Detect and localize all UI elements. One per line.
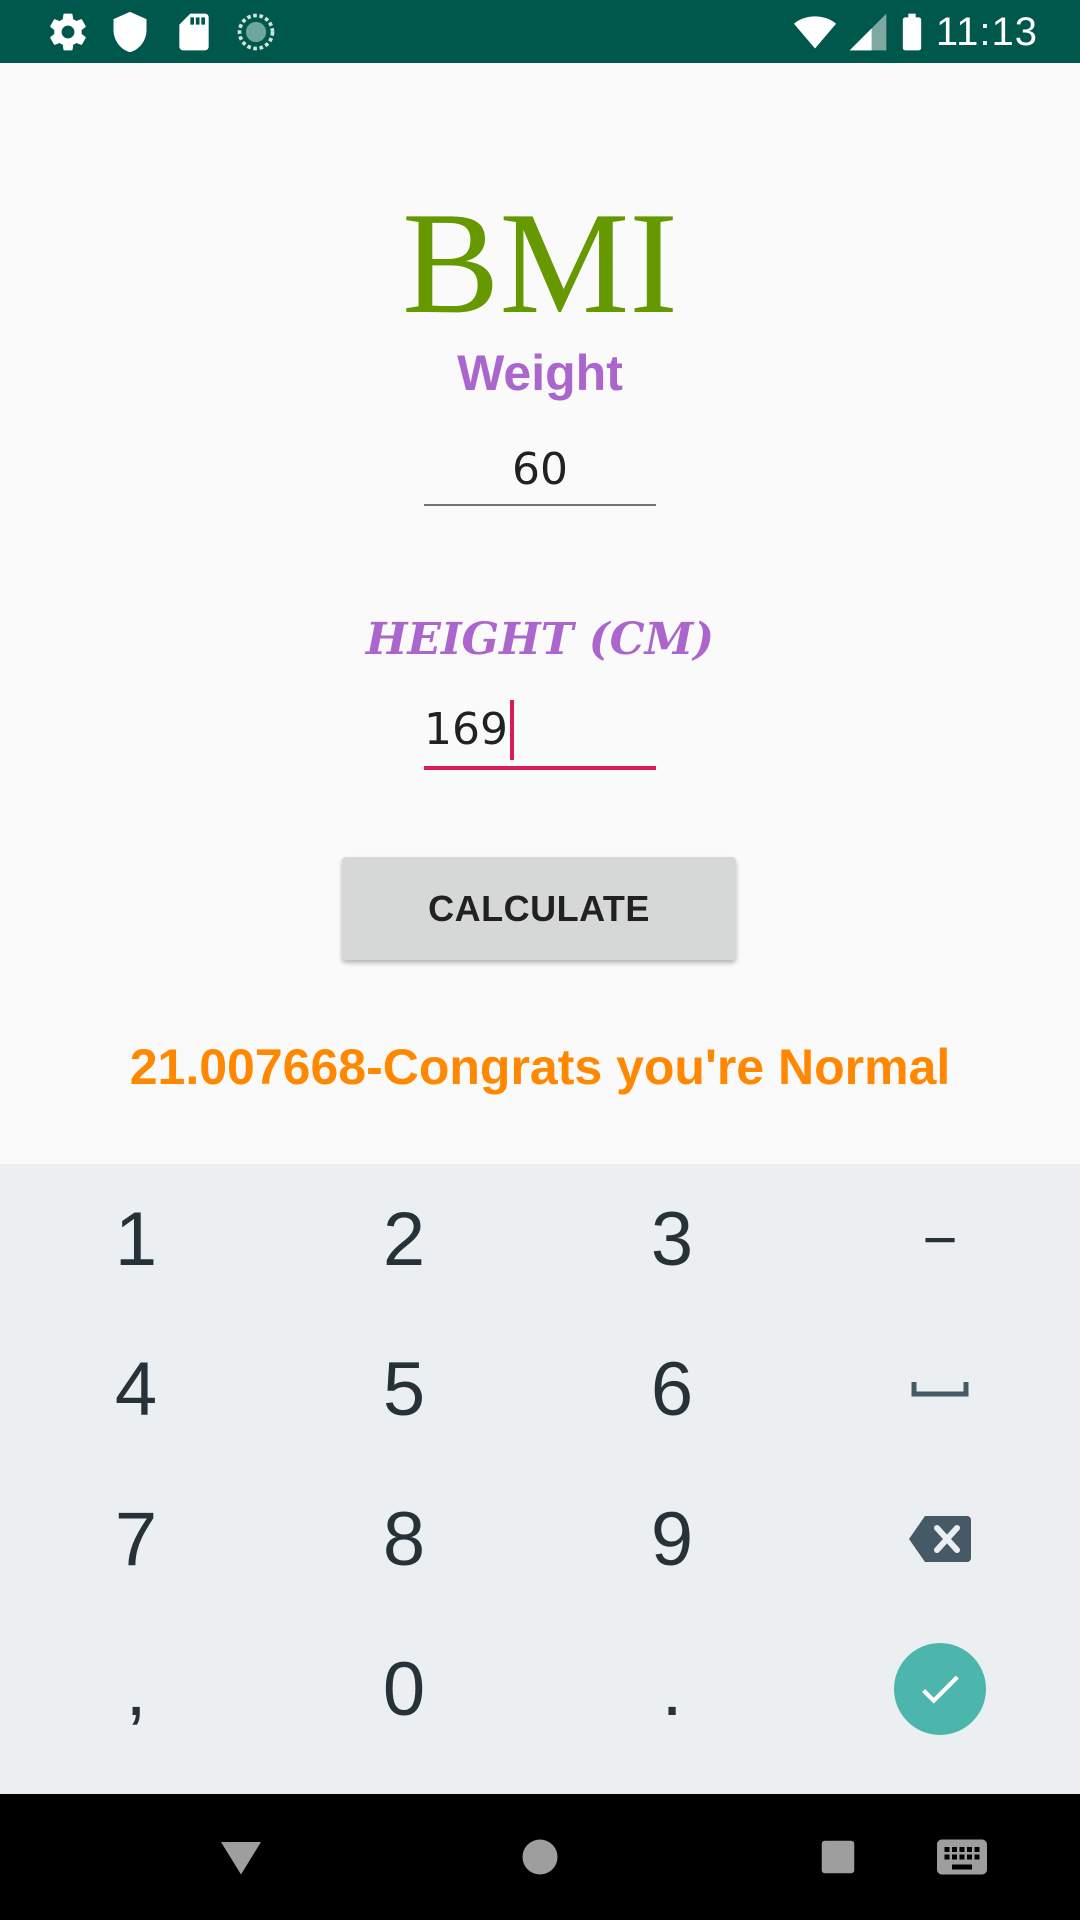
wifi-icon bbox=[793, 16, 837, 49]
key-2[interactable]: 2 bbox=[270, 1164, 538, 1314]
key-3[interactable]: 3 bbox=[538, 1164, 806, 1314]
done-button[interactable] bbox=[894, 1643, 986, 1735]
key-8[interactable]: 8 bbox=[270, 1464, 538, 1614]
weight-input[interactable]: 60 bbox=[424, 440, 656, 506]
height-label: HEIGHT (CM) bbox=[365, 614, 715, 665]
battery-icon bbox=[902, 13, 922, 51]
settings-icon bbox=[50, 13, 86, 51]
recents-icon[interactable] bbox=[808, 1827, 868, 1887]
key-comma[interactable]: , bbox=[2, 1614, 270, 1764]
shield-icon bbox=[113, 11, 147, 53]
weight-label: Weight bbox=[457, 345, 623, 401]
space-icon bbox=[911, 1382, 969, 1397]
home-icon[interactable] bbox=[510, 1827, 570, 1887]
key-period[interactable]: . bbox=[538, 1614, 806, 1764]
key-5[interactable]: 5 bbox=[270, 1314, 538, 1464]
sd-card-icon bbox=[179, 13, 209, 51]
key-backspace[interactable] bbox=[806, 1464, 1074, 1614]
text-cursor bbox=[509, 700, 514, 760]
back-icon[interactable] bbox=[211, 1827, 271, 1887]
key-space[interactable] bbox=[806, 1314, 1074, 1464]
key-minus[interactable]: − bbox=[806, 1164, 1074, 1314]
key-done[interactable] bbox=[806, 1614, 1074, 1764]
key-0[interactable]: 0 bbox=[270, 1614, 538, 1764]
sync-icon bbox=[237, 13, 275, 51]
calculate-button[interactable]: CALCULATE bbox=[342, 857, 736, 960]
key-4[interactable]: 4 bbox=[2, 1314, 270, 1464]
result-text: 21.007668-Congrats you're Normal bbox=[129, 1039, 951, 1095]
status-time: 11:13 bbox=[935, 10, 1038, 54]
navigation-bar bbox=[0, 1794, 1080, 1920]
key-1[interactable]: 1 bbox=[2, 1164, 270, 1314]
signal-icon bbox=[849, 13, 887, 51]
height-input[interactable]: 169 bbox=[424, 700, 656, 770]
height-value: 169 bbox=[424, 704, 508, 755]
key-9[interactable]: 9 bbox=[538, 1464, 806, 1614]
weight-value: 60 bbox=[512, 444, 568, 495]
status-bar: 11:13 bbox=[0, 0, 1080, 63]
key-6[interactable]: 6 bbox=[538, 1314, 806, 1464]
numeric-keyboard: 1 2 3 − 4 5 6 7 8 9 , 0 . bbox=[0, 1164, 1080, 1794]
backspace-icon bbox=[909, 1516, 971, 1562]
keyboard-switch-icon[interactable] bbox=[930, 1827, 994, 1887]
done-check-icon bbox=[922, 1675, 959, 1704]
key-7[interactable]: 7 bbox=[2, 1464, 270, 1614]
app-title: BMI bbox=[402, 182, 678, 344]
